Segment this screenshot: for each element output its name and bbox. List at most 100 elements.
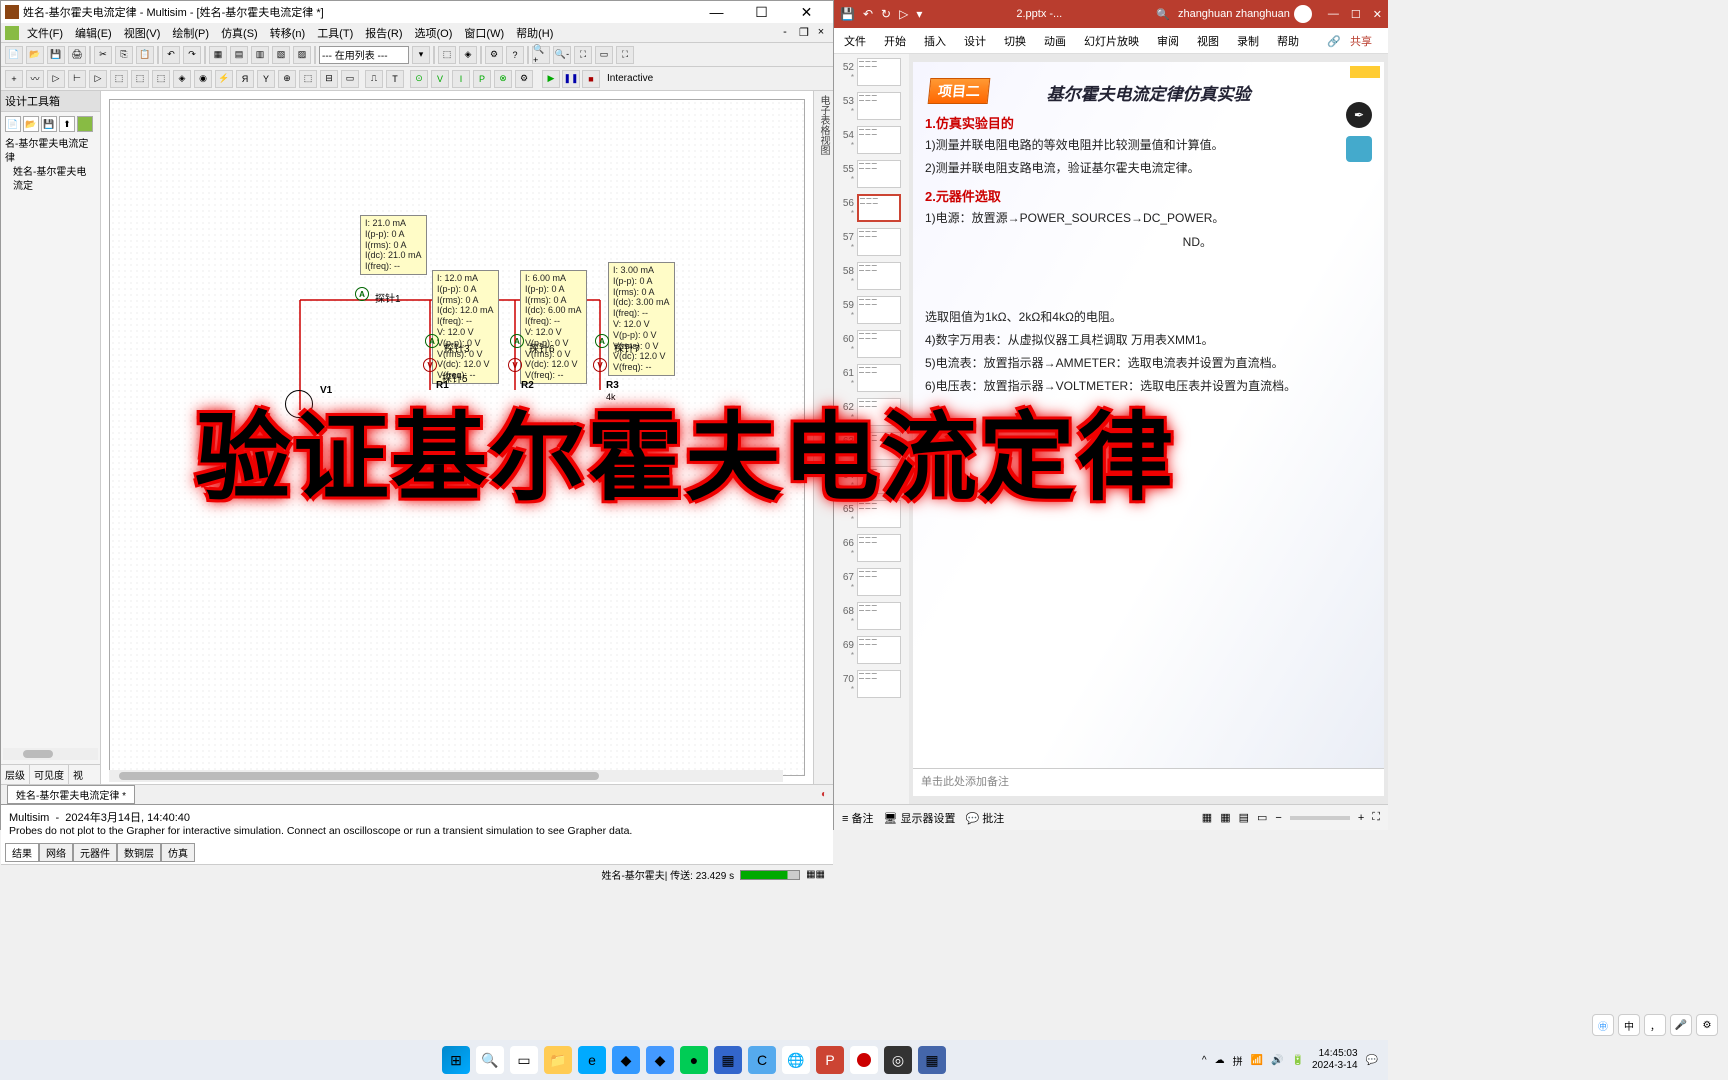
zoom-out-icon[interactable]: −: [1275, 812, 1281, 824]
slide-thumbnail[interactable]: 58*— — —— — —: [836, 262, 907, 290]
ppt-user[interactable]: zhanghuan zhanghuan: [1178, 5, 1312, 23]
menu-simulate[interactable]: 仿真(S): [217, 23, 262, 43]
comp-diode[interactable]: ▷: [47, 70, 65, 88]
taskbar-obs[interactable]: ◎: [884, 1046, 912, 1074]
tray-notifications-icon[interactable]: 💬: [1366, 1055, 1378, 1066]
comp-conn[interactable]: ⊟: [320, 70, 338, 88]
undo-icon[interactable]: ↶: [863, 7, 873, 21]
menu-edit[interactable]: 编辑(E): [71, 23, 116, 43]
taskbar-search[interactable]: 🔍: [476, 1046, 504, 1074]
view-normal-icon[interactable]: ▦: [1202, 811, 1212, 824]
multisim-titlebar[interactable]: 姓名-基尔霍夫电流定律 - Multisim - [姓名-基尔霍夫电流定律 *]…: [1, 1, 833, 23]
tray-chevron-icon[interactable]: ^: [1202, 1055, 1207, 1066]
taskbar-edge[interactable]: e: [578, 1046, 606, 1074]
paste-button[interactable]: 📋: [136, 46, 154, 64]
save-button[interactable]: 💾: [47, 46, 65, 64]
canvas-hscroll[interactable]: [109, 770, 783, 782]
comp-elecmech[interactable]: ⊕: [278, 70, 296, 88]
comp-mixed[interactable]: ◈: [173, 70, 191, 88]
slide-thumbnail[interactable]: 66*— — —— — —: [836, 534, 907, 562]
slide-thumbnail[interactable]: 60*— — —— — —: [836, 330, 907, 358]
probe-p-button[interactable]: P: [473, 70, 491, 88]
pause-button[interactable]: ❚❚: [562, 70, 580, 88]
tab-view[interactable]: 视: [69, 765, 87, 784]
comp-ni[interactable]: ⬚: [299, 70, 317, 88]
tray-wifi-icon[interactable]: 📶: [1251, 1055, 1263, 1066]
ribbon-slideshow[interactable]: 幻灯片放映: [1078, 29, 1145, 53]
slide-thumbnail[interactable]: 68*— — —— — —: [836, 602, 907, 630]
probe-button[interactable]: ⊙: [410, 70, 428, 88]
log-tab-simulation[interactable]: 仿真: [161, 843, 195, 862]
ribbon-transitions[interactable]: 切换: [998, 29, 1032, 53]
comp-source[interactable]: +: [5, 70, 23, 88]
run-button[interactable]: ▶: [542, 70, 560, 88]
menu-place[interactable]: 绘制(P): [168, 23, 213, 43]
comp-transistor[interactable]: ⊢: [68, 70, 86, 88]
tray-datetime[interactable]: 14:45:03 2024-3-14: [1312, 1048, 1358, 1072]
menu-window[interactable]: 窗口(W): [460, 23, 508, 43]
redo-icon[interactable]: ↻: [881, 7, 891, 21]
view-slideshow-icon[interactable]: ▭: [1257, 811, 1267, 824]
tray-battery-icon[interactable]: 🔋: [1292, 1055, 1304, 1066]
copy-button[interactable]: ⎘: [115, 46, 133, 64]
tray-volume-icon[interactable]: 🔊: [1271, 1055, 1283, 1066]
slide-thumbnail[interactable]: 55*— — —— — —: [836, 160, 907, 188]
system-tray[interactable]: ^ ☁ 拼 📶 🔊 🔋 14:45:03 2024-3-14 💬: [1202, 1048, 1378, 1072]
ppt-close[interactable]: ✕: [1373, 8, 1382, 21]
comp-ttl[interactable]: ⬚: [110, 70, 128, 88]
zoom-in-icon[interactable]: +: [1358, 812, 1364, 824]
ime-globe-icon[interactable]: ㊥: [1592, 1014, 1614, 1036]
tool-f[interactable]: ▾: [412, 46, 430, 64]
taskbar-powerpoint[interactable]: P: [816, 1046, 844, 1074]
toolbox-up-icon[interactable]: ⬆: [59, 116, 75, 132]
zoom-fit-button[interactable]: ⛶: [574, 46, 592, 64]
tab-hierarchy[interactable]: 层级: [1, 765, 30, 784]
taskbar-chrome[interactable]: 🌐: [782, 1046, 810, 1074]
ime-settings-icon[interactable]: ⚙: [1696, 1014, 1718, 1036]
design-tree-item[interactable]: 姓名-基尔霍夫电流定: [5, 166, 96, 194]
cut-button[interactable]: ✂: [94, 46, 112, 64]
document-tab[interactable]: 姓名-基尔霍夫电流定律 *: [7, 785, 135, 804]
comp-mcu[interactable]: ▭: [341, 70, 359, 88]
place-text[interactable]: T: [386, 70, 404, 88]
log-tab-copper[interactable]: 数铜层: [117, 843, 161, 862]
zoom-slider[interactable]: [1290, 816, 1350, 820]
ime-cn-icon[interactable]: 中: [1618, 1014, 1640, 1036]
mdi-minimize[interactable]: -: [777, 24, 793, 41]
log-tab-nets[interactable]: 网络: [39, 843, 73, 862]
zoom-out-button[interactable]: 🔍-: [553, 46, 571, 64]
search-icon[interactable]: 🔍: [1156, 8, 1170, 21]
inuse-list-combo[interactable]: --- 在用列表 ---: [319, 46, 409, 64]
comp-analog[interactable]: ▷: [89, 70, 107, 88]
view-reading-icon[interactable]: ▤: [1239, 811, 1249, 824]
zoom-area-button[interactable]: ▭: [595, 46, 613, 64]
toolbox-open-icon[interactable]: 📂: [23, 116, 39, 132]
log-tab-components[interactable]: 元器件: [73, 843, 117, 862]
new-button[interactable]: 📄: [5, 46, 23, 64]
comp-cmos[interactable]: ⬚: [131, 70, 149, 88]
status-display[interactable]: 🖥 显示器设置: [883, 810, 955, 826]
comp-misc2[interactable]: Я: [236, 70, 254, 88]
slide-thumbnail[interactable]: 52*— — —— — —: [836, 58, 907, 86]
menu-file[interactable]: 文件(F): [23, 23, 67, 43]
toolbox-new-icon[interactable]: 📄: [5, 116, 21, 132]
print-button[interactable]: 🖨: [68, 46, 86, 64]
menu-tools[interactable]: 工具(T): [313, 23, 357, 43]
comp-indicator[interactable]: ◉: [194, 70, 212, 88]
maximize-button[interactable]: ☐: [739, 2, 784, 22]
mdi-restore[interactable]: ❐: [795, 24, 811, 41]
tab-visibility[interactable]: 可见度: [30, 765, 69, 784]
redo-button[interactable]: ↷: [183, 46, 201, 64]
menu-transfer[interactable]: 转移(n): [266, 23, 309, 43]
slide-thumbnail[interactable]: 67*— — —— — —: [836, 568, 907, 596]
toolbox-scrollbar[interactable]: [3, 748, 98, 760]
zoom-in-button[interactable]: 🔍+: [532, 46, 550, 64]
comp-misc[interactable]: ⬚: [152, 70, 170, 88]
tool-e[interactable]: ▨: [293, 46, 311, 64]
tool-h[interactable]: ◈: [459, 46, 477, 64]
tool-a[interactable]: ▦: [209, 46, 227, 64]
slide-thumbnail[interactable]: 70*— — —— — —: [836, 670, 907, 698]
taskbar-app3[interactable]: ▦: [714, 1046, 742, 1074]
tray-ime-icon[interactable]: 拼: [1233, 1053, 1243, 1068]
slide-thumbnail[interactable]: 54*— — —— — —: [836, 126, 907, 154]
